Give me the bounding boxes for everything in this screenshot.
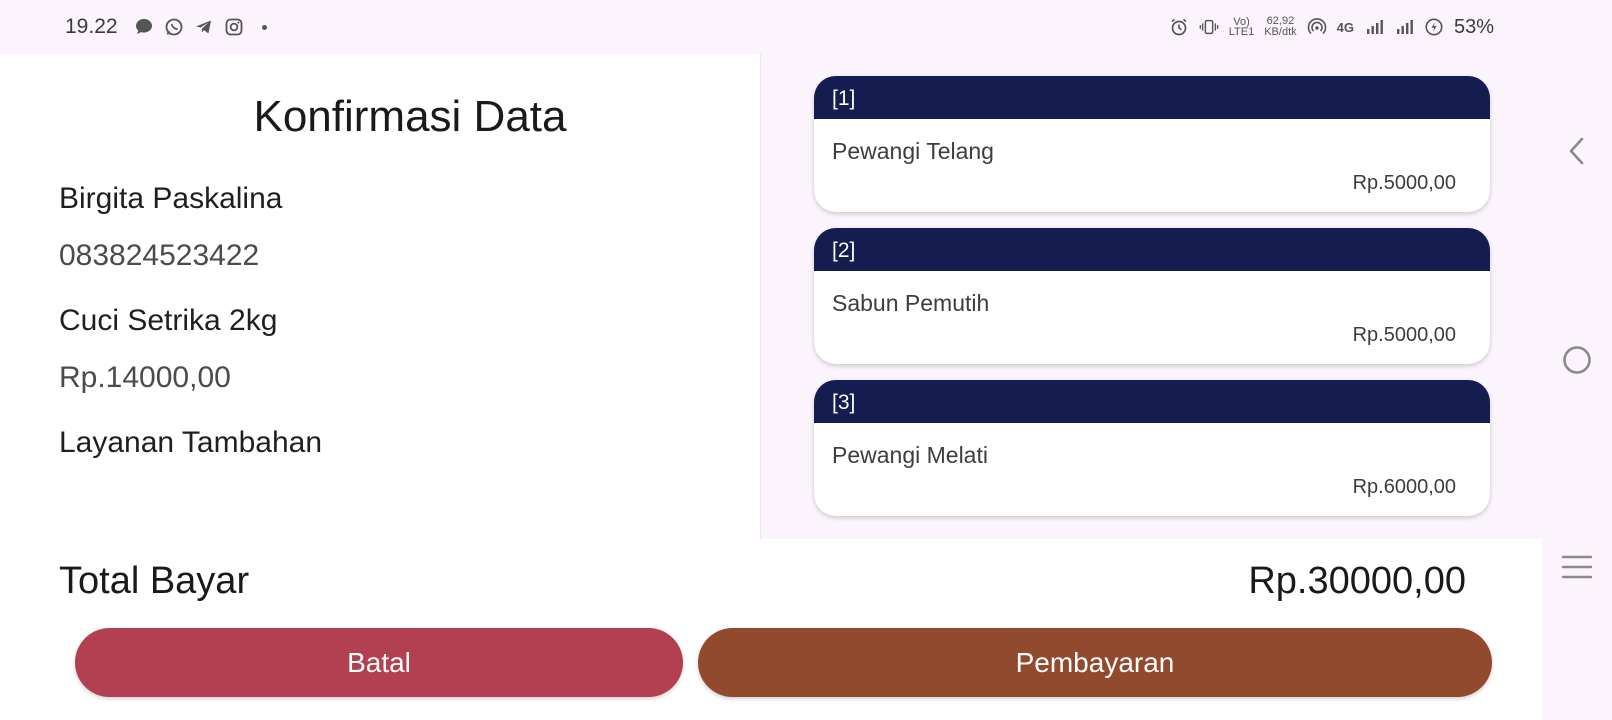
status-bar-right: Vo) LTE1 62,92 KB/dtk 4G 53%	[1169, 16, 1494, 39]
network-speed-unit: KB/dtk	[1264, 26, 1297, 38]
extra-service-index: [1]	[814, 76, 1490, 119]
page-title: Konfirmasi Data	[253, 92, 567, 141]
hotspot-icon	[1307, 17, 1327, 37]
payment-button[interactable]: Pembayaran	[698, 628, 1492, 697]
extra-service-name: Pewangi Telang	[832, 138, 994, 164]
extra-service-card: [2] Sabun Pemutih Rp.5000,00	[814, 228, 1490, 364]
extra-service-index: [3]	[814, 380, 1490, 423]
extra-service-card: [3] Pewangi Melati Rp.6000,00	[814, 380, 1490, 516]
alarm-icon	[1169, 17, 1189, 37]
volte-bottom-label: LTE1	[1228, 26, 1255, 38]
extra-service-name: Pewangi Melati	[832, 442, 988, 468]
back-icon[interactable]	[1556, 130, 1598, 172]
extra-services-list[interactable]: [1] Pewangi Telang Rp.5000,00 [2] Sabun …	[760, 54, 1542, 539]
network-type: 4G	[1336, 19, 1354, 35]
status-bar: 19.22 Vo) LTE1 62,92 KB/dtk 4G 53%	[0, 0, 1542, 54]
instagram-icon	[224, 17, 244, 37]
confirmation-details-panel: Konfirmasi Data Birgita Paskalina 083824…	[0, 54, 760, 539]
navigation-bar	[1542, 0, 1612, 720]
total-value: Rp.30000,00	[1248, 560, 1466, 602]
extra-service-card: [1] Pewangi Telang Rp.5000,00	[814, 76, 1490, 212]
message-icon	[134, 17, 154, 37]
extra-service-price: Rp.6000,00	[1352, 476, 1456, 498]
status-bar-left: 19.22	[65, 15, 267, 39]
volte-indicator: Vo) LTE1	[1228, 17, 1255, 38]
total-label: Total Bayar	[59, 560, 250, 602]
signal-1-icon	[1364, 17, 1384, 37]
extra-service-price: Rp.5000,00	[1352, 324, 1456, 346]
service-name: Cuci Setrika 2kg	[59, 304, 278, 337]
more-notifications-icon	[261, 24, 267, 30]
extra-service-name: Sabun Pemutih	[832, 290, 990, 316]
status-time: 19.22	[65, 15, 118, 38]
network-speed: 62,92 KB/dtk	[1264, 16, 1296, 38]
vibrate-icon	[1199, 17, 1219, 37]
extra-services-label: Layanan Tambahan	[59, 426, 322, 459]
cancel-button[interactable]: Batal	[75, 628, 683, 697]
extra-service-index: [2]	[814, 228, 1490, 271]
recent-apps-icon[interactable]	[1556, 546, 1598, 588]
extra-service-price: Rp.5000,00	[1352, 172, 1456, 194]
service-price: Rp.14000,00	[59, 361, 231, 394]
home-icon[interactable]	[1556, 339, 1598, 381]
whatsapp-icon	[164, 17, 184, 37]
signal-2-icon	[1394, 17, 1414, 37]
battery-charging-icon	[1424, 17, 1444, 37]
customer-phone: 083824523422	[59, 239, 260, 272]
telegram-icon	[194, 17, 214, 37]
battery-percent: 53%	[1453, 15, 1494, 38]
customer-name: Birgita Paskalina	[59, 182, 283, 215]
